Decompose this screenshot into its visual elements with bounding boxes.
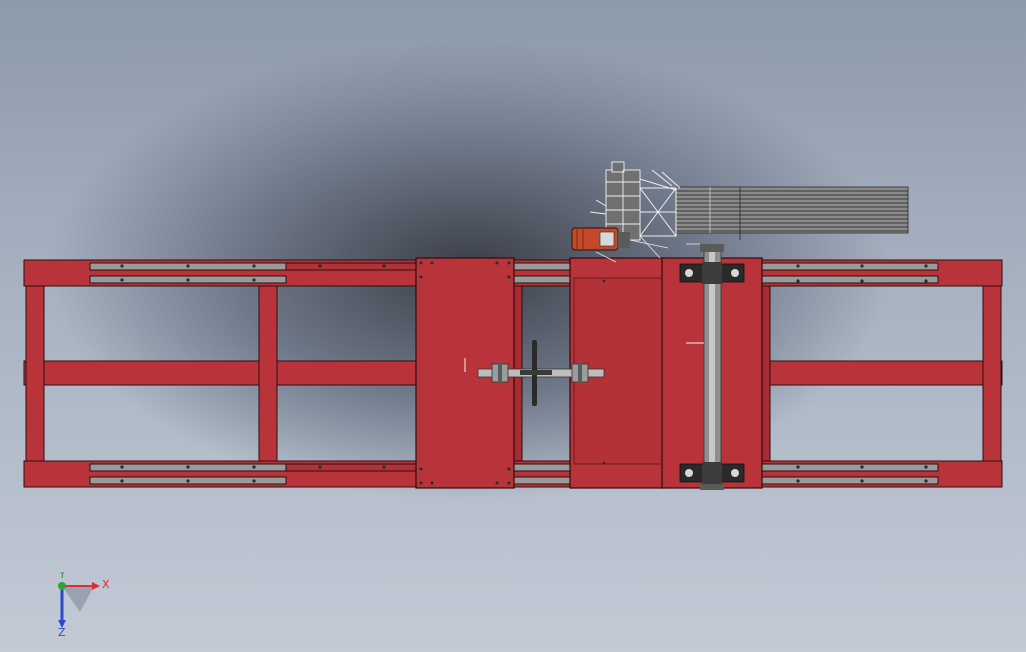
center-beam [23,360,419,386]
y-axis-marker [58,582,66,590]
x-axis-label: X [102,578,110,591]
z-axis-label: Z [58,626,66,638]
cross-member [982,285,1002,462]
coordinate-triad[interactable]: X Y Z [50,568,120,639]
cross-member [25,285,45,462]
pillow-block-bearing-icon [679,262,745,284]
handwheel-icon[interactable] [520,340,552,406]
y-axis-label: Y [58,572,66,581]
upper-mechanism [571,161,909,263]
cross-member [258,285,278,462]
profile-bundle [675,186,909,240]
cad-viewport[interactable] [0,0,1026,652]
pillow-block-bearing-icon [679,462,745,484]
